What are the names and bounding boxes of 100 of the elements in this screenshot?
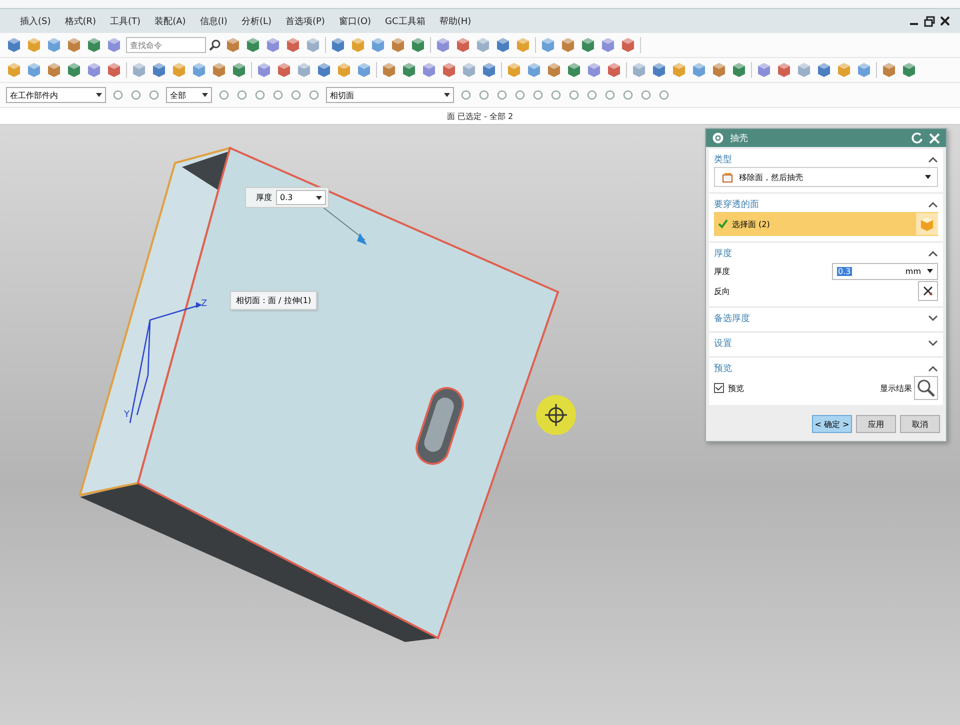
cube-icon[interactable] (560, 37, 576, 53)
cube-icon[interactable] (881, 62, 897, 78)
cube-icon[interactable] (390, 37, 406, 53)
menu-item[interactable]: 窗口(O) (338, 14, 372, 28)
circle-icon[interactable] (622, 89, 634, 101)
cube-icon[interactable] (421, 62, 437, 78)
cube-icon[interactable] (651, 62, 667, 78)
reset-icon[interactable] (911, 132, 923, 144)
cube-icon[interactable] (816, 62, 832, 78)
cube-icon[interactable] (296, 62, 312, 78)
circle-icon[interactable] (604, 89, 616, 101)
menu-item[interactable]: GC工具箱 (385, 14, 426, 28)
dialog-button[interactable]: 应用 (856, 415, 896, 433)
section-header[interactable]: 要穿透的面 (714, 196, 938, 212)
close-icon[interactable] (940, 16, 950, 26)
cube-icon[interactable] (901, 62, 917, 78)
cube-icon[interactable] (191, 62, 207, 78)
cube-icon[interactable] (796, 62, 812, 78)
cube-icon[interactable] (546, 62, 562, 78)
cube-icon[interactable] (276, 62, 292, 78)
face-selection-row[interactable]: 选择面 (2) (714, 212, 938, 236)
cube-icon[interactable] (26, 62, 42, 78)
cube-icon[interactable] (586, 62, 602, 78)
circle-icon[interactable] (532, 89, 544, 101)
cube-icon[interactable] (151, 62, 167, 78)
cube-icon[interactable] (410, 37, 426, 53)
cube-icon[interactable] (131, 62, 147, 78)
cube-icon[interactable] (356, 62, 372, 78)
cube-icon[interactable] (285, 37, 301, 53)
circle-icon[interactable] (586, 89, 598, 101)
dialog-button[interactable]: < 确定 > (812, 415, 852, 433)
circle-icon[interactable] (308, 89, 320, 101)
cube-icon[interactable] (6, 62, 22, 78)
cube-icon[interactable] (66, 62, 82, 78)
expand-chevron-icon[interactable] (928, 340, 938, 346)
cube-icon[interactable] (515, 37, 531, 53)
restore-icon[interactable] (924, 16, 935, 26)
cube-icon[interactable] (66, 37, 82, 53)
show-result-button[interactable] (914, 376, 938, 400)
menu-item[interactable]: 分析(L) (241, 14, 272, 28)
cube-icon[interactable] (455, 37, 471, 53)
cube-icon[interactable] (461, 62, 477, 78)
cube-icon[interactable] (336, 62, 352, 78)
cube-icon[interactable] (316, 62, 332, 78)
cube-icon[interactable] (86, 62, 102, 78)
cube-icon[interactable] (350, 37, 366, 53)
cube-icon[interactable] (370, 37, 386, 53)
collapse-chevron-icon[interactable] (928, 200, 938, 208)
cube-icon[interactable] (481, 62, 497, 78)
menu-item[interactable]: 工具(T) (110, 14, 141, 28)
cube-icon[interactable] (776, 62, 792, 78)
cube-icon[interactable] (46, 37, 62, 53)
circle-icon[interactable] (550, 89, 562, 101)
cube-icon[interactable] (600, 37, 616, 53)
cube-icon[interactable] (495, 37, 511, 53)
circle-icon[interactable] (148, 89, 160, 101)
cube-icon[interactable] (26, 37, 42, 53)
expand-chevron-icon[interactable] (928, 314, 938, 322)
cube-icon[interactable] (836, 62, 852, 78)
search-icon[interactable] (209, 39, 221, 51)
cube-icon[interactable] (6, 37, 22, 53)
section-header[interactable]: 备选厚度 (714, 310, 938, 326)
circle-icon[interactable] (640, 89, 652, 101)
cube-icon[interactable] (526, 62, 542, 78)
cube-icon[interactable] (691, 62, 707, 78)
circle-icon[interactable] (514, 89, 526, 101)
cube-icon[interactable] (256, 62, 272, 78)
collapse-chevron-icon[interactable] (928, 250, 938, 256)
menu-item[interactable]: 格式(R) (64, 14, 96, 28)
cube-icon[interactable] (435, 37, 451, 53)
cube-icon[interactable] (305, 37, 321, 53)
filter-dropdown[interactable]: 在工作部件内 (6, 87, 106, 103)
circle-icon[interactable] (254, 89, 266, 101)
section-header[interactable]: 厚度 (714, 245, 938, 261)
select-face-button[interactable] (916, 213, 938, 235)
cube-icon[interactable] (856, 62, 872, 78)
section-header[interactable]: 预览 (714, 360, 938, 376)
search-field[interactable]: 查找命令 (126, 37, 206, 53)
circle-icon[interactable] (272, 89, 284, 101)
filter-dropdown[interactable]: 全部 (166, 87, 212, 103)
type-dropdown[interactable]: 移除面，然后抽壳 (714, 167, 938, 187)
cube-icon[interactable] (245, 37, 261, 53)
cube-icon[interactable] (171, 62, 187, 78)
cube-icon[interactable] (506, 62, 522, 78)
cube-icon[interactable] (566, 62, 582, 78)
menu-item[interactable]: 信息(I) (200, 14, 228, 28)
cube-icon[interactable] (401, 62, 417, 78)
cube-icon[interactable] (540, 37, 556, 53)
circle-icon[interactable] (496, 89, 508, 101)
cube-icon[interactable] (211, 62, 227, 78)
cube-icon[interactable] (475, 37, 491, 53)
preview-checkbox[interactable]: 预览 (714, 382, 744, 394)
cube-icon[interactable] (106, 62, 122, 78)
circle-icon[interactable] (112, 89, 124, 101)
circle-icon[interactable] (658, 89, 670, 101)
cube-icon[interactable] (580, 37, 596, 53)
cube-icon[interactable] (441, 62, 457, 78)
circle-icon[interactable] (460, 89, 472, 101)
menu-item[interactable]: 插入(S) (20, 14, 51, 28)
circle-icon[interactable] (290, 89, 302, 101)
